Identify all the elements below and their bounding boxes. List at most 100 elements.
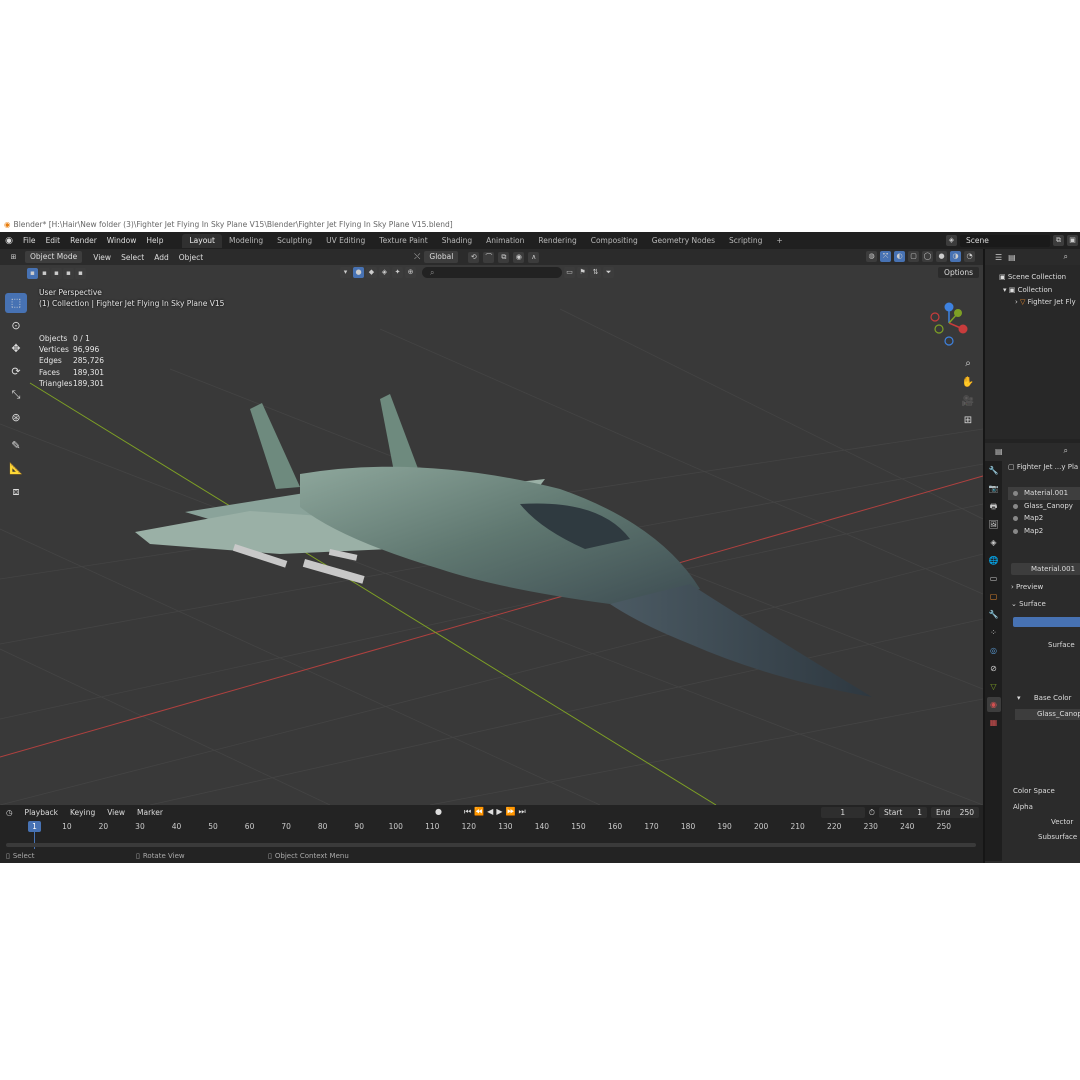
select-invert-icon[interactable]: ▪ [63,268,74,279]
object-tab-icon[interactable]: ▢ [987,589,1001,604]
menu-select[interactable]: Select [116,253,149,262]
outliner-object[interactable]: › ▽ Fighter Jet Fly [985,296,1080,309]
scale-icon[interactable]: ⤡ [5,385,27,405]
view-layer-icon[interactable]: ▣ [1067,235,1078,246]
tab-animation[interactable]: Animation [479,234,531,248]
current-frame-field[interactable]: 1 [820,807,865,818]
collection-tab-icon[interactable]: ▭ [987,571,1001,586]
scene-tab-icon[interactable]: ◈ [987,535,1001,550]
outliner-editor-icon[interactable]: ☰ [995,253,1002,262]
editor-type-icon[interactable]: ⊞ [8,252,19,263]
tab-rendering[interactable]: Rendering [531,234,583,248]
viewport-search-input[interactable]: ⌕ [422,267,562,278]
transform-orientation-dropdown[interactable]: Global [424,251,459,263]
stopwatch-icon[interactable]: ⏱ [869,808,875,818]
visibility-icon[interactable]: ◍ [866,251,877,262]
modifier-tab-icon[interactable]: 🔧 [987,607,1001,622]
pan-hand-icon[interactable]: ✋ [959,375,977,390]
surface-shader-button[interactable] [1013,617,1080,627]
navigation-gizmo[interactable] [927,301,971,361]
options-button[interactable]: Options [938,267,979,278]
cursor-icon[interactable]: ⊙ [5,316,27,336]
tab-geometry-nodes[interactable]: Geometry Nodes [645,234,722,248]
rotate-icon[interactable]: ⟳ [5,362,27,382]
select-extend-icon[interactable]: ▪ [39,268,50,279]
zoom-icon[interactable]: ⌕ [959,356,977,371]
world-tab-icon[interactable]: 🌐 [987,553,1001,568]
menu-timeline-view[interactable]: View [101,808,131,817]
filter-clear-icon[interactable]: ▭ [564,267,575,278]
ortho-grid-icon[interactable]: ⊞ [959,413,977,428]
menu-help[interactable]: Help [141,236,168,245]
timeline-scrollbar[interactable] [6,843,976,847]
camera-filter-icon[interactable]: ◈ [379,267,390,278]
menu-view[interactable]: View [88,253,116,262]
data-tab-icon[interactable]: ▽ [987,679,1001,694]
new-scene-icon[interactable]: ⧉ [1053,235,1064,246]
blender-menu-icon[interactable]: ◉ [0,236,18,246]
material-slot[interactable]: Glass_Canopy [1008,500,1080,513]
measure-icon[interactable]: 📐 [5,459,27,479]
gizmo-toggle-icon[interactable]: ⤧ [880,251,891,262]
display-mode-icon[interactable]: ▤ [1008,253,1016,262]
tab-compositing[interactable]: Compositing [584,234,645,248]
tab-modeling[interactable]: Modeling [222,234,270,248]
outliner-search-icon[interactable]: ⌕ [1064,252,1068,262]
overlay-toggle-icon[interactable]: ◐ [894,251,905,262]
add-workspace-button[interactable]: + [769,234,789,248]
proportional-edit-icon[interactable]: ◉ [513,251,525,263]
frame-ruler[interactable]: 10 20 30 40 50 60 70 80 90 100 110 120 130 140 150 160 1… [0,822,983,836]
mesh-filter-icon[interactable]: ◆ [366,267,377,278]
bookmark-icon[interactable]: ⚑ [577,267,588,278]
object-mode-dropdown[interactable]: Object Mode [25,251,83,263]
tab-layout[interactable]: Layout [182,233,222,248]
select-subtract-icon[interactable]: ▪ [51,268,62,279]
camera-view-icon[interactable]: 🎥 [959,394,977,409]
material-slot[interactable]: Map2 [1008,512,1080,525]
tab-shading[interactable]: Shading [435,234,479,248]
rendered-shading-icon[interactable]: ◔ [964,251,975,262]
preview-panel-header[interactable]: › Preview [1011,583,1043,591]
jump-start-icon[interactable]: ⏮ [464,807,471,817]
record-icon[interactable]: ● [435,807,442,817]
timeline-editor-icon[interactable]: ◷ [0,808,19,817]
light-filter-icon[interactable]: ✦ [392,267,403,278]
snap-icon[interactable]: ⌒ [483,251,495,263]
menu-render[interactable]: Render [65,236,102,245]
outliner-collection[interactable]: ▾ ▣ Collection [985,284,1080,297]
menu-playback[interactable]: Playback [19,808,64,817]
scene-icon[interactable]: ◈ [946,235,957,246]
start-frame-field[interactable]: Start 1 [879,807,927,818]
next-keyframe-icon[interactable]: ⏩ [505,807,515,817]
solid-shading-icon[interactable]: ● [936,251,947,262]
menu-edit[interactable]: Edit [41,236,66,245]
material-selector[interactable]: Material.001 [1011,563,1080,575]
falloff-icon[interactable]: ∧ [528,251,540,263]
menu-object[interactable]: Object [174,253,208,262]
filter-dropdown-icon[interactable]: ▾ [340,267,351,278]
snap-target-icon[interactable]: ⧉ [498,251,510,263]
play-reverse-icon[interactable]: ◀ [487,807,493,817]
view-layer-tab-icon[interactable]: 🖼 [987,517,1001,532]
physics-tab-icon[interactable]: ◎ [987,643,1001,658]
jump-end-icon[interactable]: ⏭ [518,807,525,817]
annotate-icon[interactable]: ✎ [5,436,27,456]
material-slot[interactable]: Material.001 [1008,487,1080,500]
sort-icon[interactable]: ⇅ [590,267,601,278]
select-new-icon[interactable]: ▪ [27,268,38,279]
scene-name-field[interactable]: Scene [960,234,1050,247]
image-texture-selector[interactable]: Glass_Canopy [1015,709,1080,720]
material-shading-icon[interactable]: ◑ [950,251,961,262]
output-tab-icon[interactable]: 🖶 [987,499,1001,514]
base-color-row[interactable]: ▾ Base Color [1017,694,1071,702]
object-types-icon[interactable]: ● [353,267,364,278]
tab-uv-editing[interactable]: UV Editing [319,234,372,248]
3d-viewport[interactable]: ⊞ Object Mode View Select Add Object ⤬ G… [0,249,983,805]
particles-tab-icon[interactable]: ⁘ [987,625,1001,640]
surface-panel-header[interactable]: ⌄ Surface [1011,600,1046,608]
tool-tab-icon[interactable]: 🔧 [987,463,1001,478]
empty-filter-icon[interactable]: ⊕ [405,267,416,278]
funnel-icon[interactable]: ⏷ [603,267,614,278]
move-icon[interactable]: ✥ [5,339,27,359]
tab-scripting[interactable]: Scripting [722,234,769,248]
